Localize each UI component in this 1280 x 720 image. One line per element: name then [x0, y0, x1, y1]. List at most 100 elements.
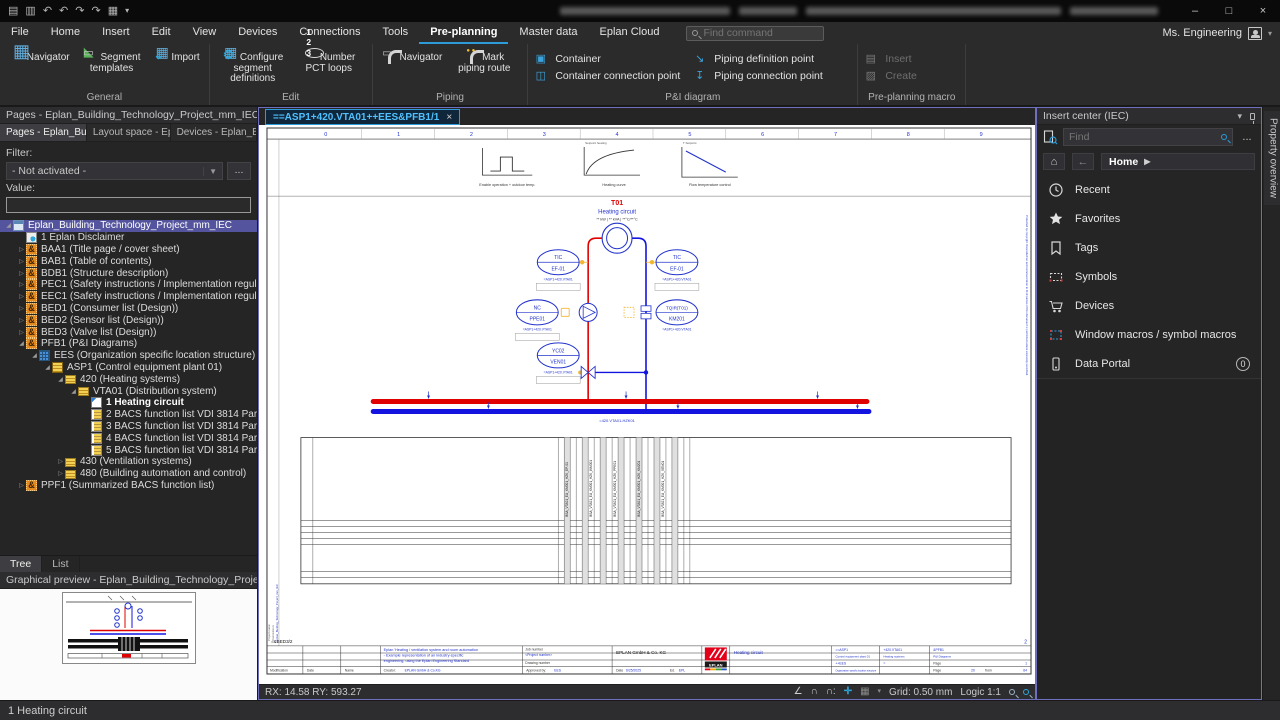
ribbon-small-button[interactable]: Container	[535, 50, 680, 67]
tab-close-icon[interactable]: ×	[446, 112, 452, 123]
tree-item[interactable]: ◢ ASP1 (Control equipment plant 01)	[0, 362, 257, 374]
breadcrumb[interactable]: Home ▶	[1101, 153, 1255, 170]
tree-item[interactable]: ◢ 420 (Heating systems)	[0, 373, 257, 385]
tree-expander-icon[interactable]: ▷	[17, 293, 26, 300]
insert-center-item-window-macros[interactable]: Window macros / symbol macros	[1037, 320, 1261, 349]
tree-item[interactable]: 3 BACS function list VDI 3814 Part 4.3	[0, 421, 257, 433]
tree-expander-icon[interactable]: ▷	[17, 258, 26, 265]
tree-item[interactable]: 1 Eplan Disclaimer	[0, 232, 257, 244]
panel-tab[interactable]: Pages - Eplan_Buildin...	[0, 124, 87, 141]
tree-expander-icon[interactable]: ▷	[17, 329, 26, 336]
panel-tab[interactable]: Devices - Eplan_Build...	[171, 124, 257, 141]
ribbon-small-button[interactable]: Container connection point	[535, 67, 680, 84]
menu-tab[interactable]: View	[182, 22, 228, 44]
tree-item[interactable]: ▷ BED3 (Valve list (Design))	[0, 326, 257, 338]
tree-expander-icon[interactable]: ▷	[17, 246, 26, 253]
user-dropdown-icon[interactable]: ▾	[1268, 29, 1272, 38]
tree-item[interactable]: ▷ BED1 (Consumer list (Design))	[0, 303, 257, 315]
tree-list-tab[interactable]: Tree	[0, 556, 42, 572]
filter-more-button[interactable]: ...	[227, 162, 251, 180]
ribbon-button[interactable]: Number PCT loops	[291, 46, 367, 75]
tree-expander-icon[interactable]: ▷	[56, 458, 65, 465]
tree-expander-icon[interactable]: ◢	[56, 376, 65, 383]
ribbon-button[interactable]: Mark piping route	[446, 46, 522, 75]
user-area[interactable]: Ms. Engineering ▾	[1162, 27, 1280, 40]
tree-item[interactable]: ▷ PPF1 (Summarized BACS function list)	[0, 480, 257, 492]
menu-tab[interactable]: Eplan Cloud	[589, 22, 671, 44]
maximize-button[interactable]: □	[1212, 0, 1246, 22]
ribbon-button[interactable]: Navigator	[378, 46, 447, 65]
menu-tab[interactable]: Tools	[372, 22, 420, 44]
panel-pin-icon[interactable]	[1250, 113, 1255, 120]
drawing-canvas[interactable]: 01 23 45 67 89	[259, 125, 1035, 684]
tree-expander-icon[interactable]: ▷	[17, 281, 26, 288]
filter-table-icon[interactable]: ▦	[108, 0, 118, 22]
document-tab[interactable]: ==ASP1+420.VTA01++EES&PFB1/1 ×	[265, 109, 460, 125]
tree-item[interactable]: ◢ VTA01 (Distribution system)	[0, 385, 257, 397]
tree-expander-icon[interactable]: ▷	[17, 482, 26, 489]
tree-item[interactable]: ▷ PEC1 (Safety instructions / Implementa…	[0, 279, 257, 291]
tree-item[interactable]: ◢ PFB1 (P&I Diagrams)	[0, 338, 257, 350]
redo-icon[interactable]: ↷	[75, 0, 84, 22]
value-input[interactable]	[6, 197, 251, 213]
object-snap-points-icon[interactable]: ∩:	[826, 685, 836, 699]
tree-item[interactable]: 2 BACS function list VDI 3814 Part 4.3	[0, 409, 257, 421]
undo-icon[interactable]: ↶	[43, 0, 52, 22]
insert-center-item-devices[interactable]: Devices	[1037, 291, 1261, 320]
ribbon-button[interactable]: Import	[150, 46, 204, 65]
close-button[interactable]: ×	[1246, 0, 1280, 22]
grid-dropdown-icon[interactable]: ▾	[878, 685, 882, 699]
command-search-input[interactable]	[703, 27, 818, 39]
menu-tab[interactable]: Edit	[141, 22, 182, 44]
design-mode-icon[interactable]: ✛	[844, 685, 852, 699]
menu-tab[interactable]: Connections	[288, 22, 371, 44]
panel-tab[interactable]: Layout space - Eplan...	[87, 124, 171, 141]
preview-thumbnail[interactable]	[0, 589, 257, 700]
panel-dropdown-icon[interactable]: ▾	[1237, 111, 1242, 122]
tree-item[interactable]: ▷ 480 (Building automation and control)	[0, 468, 257, 480]
ribbon-button[interactable]: Configure segment definitions	[215, 46, 291, 86]
tree-item[interactable]: 5 BACS function list VDI 3814 Part 4.3	[0, 444, 257, 456]
tree-expander-icon[interactable]: ▷	[56, 470, 65, 477]
insert-center-item-favorites[interactable]: Favorites	[1037, 204, 1261, 233]
insert-center-more-button[interactable]: ...	[1238, 131, 1256, 143]
filter-dropdown[interactable]: - Not activated - ▼	[6, 162, 223, 180]
tree-expander-icon[interactable]: ◢	[30, 352, 39, 359]
tree-item[interactable]: ◢ EES (Organization specific location st…	[0, 350, 257, 362]
tree-item[interactable]: ▷ BED2 (Sensor list (Design))	[0, 314, 257, 326]
ribbon-small-button[interactable]: Insert	[865, 50, 917, 67]
tree-item[interactable]: ▷ BAA1 (Title page / cover sheet)	[0, 244, 257, 256]
tree-item[interactable]: ▷ BAB1 (Table of contents)	[0, 255, 257, 267]
redo-history-icon[interactable]: ↷	[91, 0, 100, 22]
tree-item[interactable]: 1 Heating circuit	[0, 397, 257, 409]
angle-snap-icon[interactable]: ∠	[794, 685, 803, 699]
undo-history-icon[interactable]: ↶	[59, 0, 68, 22]
ribbon-small-button[interactable]: Piping definition point	[694, 50, 823, 67]
qat-more-icon[interactable]: ▾	[125, 0, 129, 22]
tree-item[interactable]: 4 BACS function list VDI 3814 Part 4.3	[0, 432, 257, 444]
tree-list-tab[interactable]: List	[42, 556, 79, 572]
command-search[interactable]	[686, 26, 824, 41]
open-page-icon[interactable]: ▥	[25, 0, 35, 22]
zoom-in-icon[interactable]	[1023, 689, 1029, 695]
back-arrow-icon[interactable]: ←	[1072, 153, 1094, 170]
ribbon-button[interactable]: Navigator	[5, 46, 74, 65]
tree-expander-icon[interactable]: ▷	[17, 317, 26, 324]
object-snap-icon[interactable]: ∩	[811, 685, 818, 699]
tree-expander-icon[interactable]: ▷	[17, 305, 26, 312]
insert-center-item-recent[interactable]: Recent	[1037, 175, 1261, 204]
grid-toggle-icon[interactable]: ▦	[860, 685, 869, 699]
tree-item[interactable]: ▷ BDB1 (Structure description)	[0, 267, 257, 279]
zoom-out-icon[interactable]	[1009, 689, 1015, 695]
ribbon-small-button[interactable]: Piping connection point	[694, 67, 823, 84]
tree-expander-icon[interactable]: ◢	[43, 364, 52, 371]
ribbon-small-button[interactable]: Create	[865, 67, 917, 84]
tree-expander-icon[interactable]: ▷	[17, 270, 26, 277]
tab-property-overview[interactable]: Property overview	[1264, 111, 1280, 205]
menu-tab[interactable]: Home	[40, 22, 91, 44]
menu-tab[interactable]: Pre-planning	[419, 22, 508, 44]
minimize-button[interactable]: –	[1178, 0, 1212, 22]
insert-center-item-symbols[interactable]: Symbols	[1037, 262, 1261, 291]
tree-expander-icon[interactable]: ◢	[17, 340, 26, 347]
new-page-icon[interactable]: ▤	[8, 0, 18, 22]
